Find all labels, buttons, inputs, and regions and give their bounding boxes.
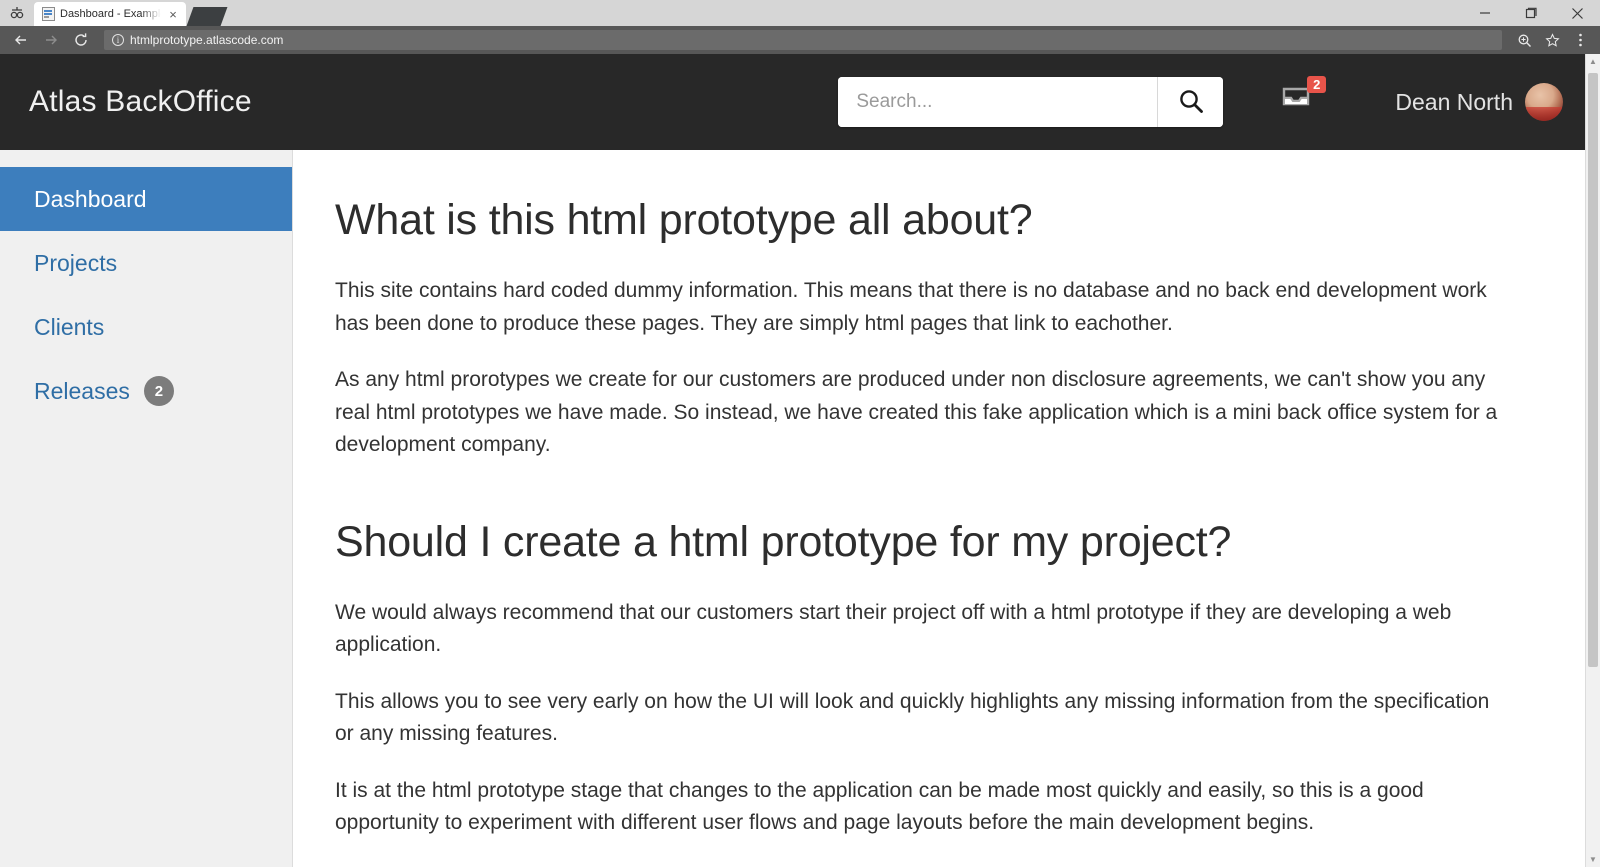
maximize-button[interactable]	[1508, 0, 1554, 26]
close-window-button[interactable]	[1554, 0, 1600, 26]
search-box	[838, 77, 1224, 127]
paragraph-3: We would always recommend that our custo…	[335, 600, 1452, 657]
paragraph-5: It is at the html prototype stage that c…	[335, 778, 1424, 835]
browser-toolbar: i htmlprototype.atlascode.com	[0, 26, 1600, 54]
page-content: Atlas BackOffice Search... 2 Dean North …	[0, 54, 1585, 867]
browser-profile-icon[interactable]	[0, 0, 34, 26]
inbox-button[interactable]: 2	[1279, 76, 1327, 119]
app-body: Dashboard Projects Clients Releases 2 Wh…	[0, 150, 1585, 867]
forward-icon[interactable]	[38, 27, 64, 53]
url-text: htmlprototype.atlascode.com	[130, 33, 284, 47]
page-viewport: Atlas BackOffice Search... 2 Dean North …	[0, 54, 1600, 867]
app-brand[interactable]: Atlas BackOffice	[0, 85, 252, 119]
app-header: Atlas BackOffice Search... 2 Dean North	[0, 54, 1585, 150]
tab-title: Dashboard - ExampleHt	[60, 8, 161, 20]
browser-tab[interactable]: Dashboard - ExampleHt ×	[34, 2, 186, 26]
search-button[interactable]	[1157, 77, 1224, 127]
scroll-up-arrow-icon[interactable]: ▲	[1586, 54, 1600, 69]
new-tab-button[interactable]	[186, 7, 228, 26]
section-title-2: Should I create a html prototype for my …	[335, 517, 1232, 566]
search-icon	[1177, 87, 1205, 118]
browser-window: Dashboard - ExampleHt ×	[0, 0, 1600, 867]
sidebar: Dashboard Projects Clients Releases 2	[0, 150, 293, 867]
scroll-down-arrow-icon[interactable]: ▼	[1586, 852, 1600, 867]
window-controls	[1462, 0, 1600, 26]
releases-badge: 2	[143, 376, 174, 406]
tab-strip: Dashboard - ExampleHt ×	[0, 0, 1600, 26]
main-content: What is this html prototype all about? T…	[293, 150, 1585, 867]
reload-icon[interactable]	[68, 27, 94, 53]
sidebar-item-projects[interactable]: Projects	[0, 231, 292, 295]
paragraph-2: As any html prorotypes we create for our…	[335, 368, 1498, 457]
sidebar-item-clients[interactable]: Clients	[0, 295, 292, 359]
search-input[interactable]	[838, 77, 1158, 127]
address-bar[interactable]: i htmlprototype.atlascode.com	[104, 30, 1502, 50]
zoom-icon[interactable]	[1512, 28, 1536, 52]
avatar	[1525, 83, 1563, 121]
site-info-icon[interactable]: i	[112, 34, 124, 46]
page-favicon	[42, 7, 55, 21]
sidebar-item-label: Clients	[34, 313, 105, 340]
sidebar-item-label: Releases	[34, 377, 130, 404]
three-dot-menu-icon[interactable]	[1568, 28, 1592, 52]
user-name: Dean North	[1395, 88, 1513, 115]
sidebar-item-label: Projects	[34, 249, 118, 276]
scrollbar-track[interactable]	[1586, 69, 1600, 852]
paragraph-4: This allows you to see very early on how…	[335, 689, 1490, 746]
inbox-badge: 2	[1307, 76, 1327, 93]
page-scrollbar[interactable]: ▲ ▼	[1585, 54, 1600, 867]
user-menu[interactable]: Dean North	[1395, 83, 1563, 121]
sidebar-item-releases[interactable]: Releases 2	[0, 359, 292, 423]
sidebar-item-dashboard[interactable]: Dashboard	[0, 167, 292, 231]
close-icon[interactable]: ×	[166, 7, 180, 21]
star-icon[interactable]	[1540, 28, 1564, 52]
sidebar-item-label: Dashboard	[34, 185, 147, 212]
scrollbar-thumb[interactable]	[1588, 73, 1598, 667]
paragraph-1: This site contains hard coded dummy info…	[335, 279, 1487, 335]
back-icon[interactable]	[8, 27, 34, 53]
page-title: What is this html prototype all about?	[335, 196, 1033, 244]
header-right-group: 2 Dean North	[838, 76, 1585, 127]
minimize-button[interactable]	[1462, 0, 1508, 26]
